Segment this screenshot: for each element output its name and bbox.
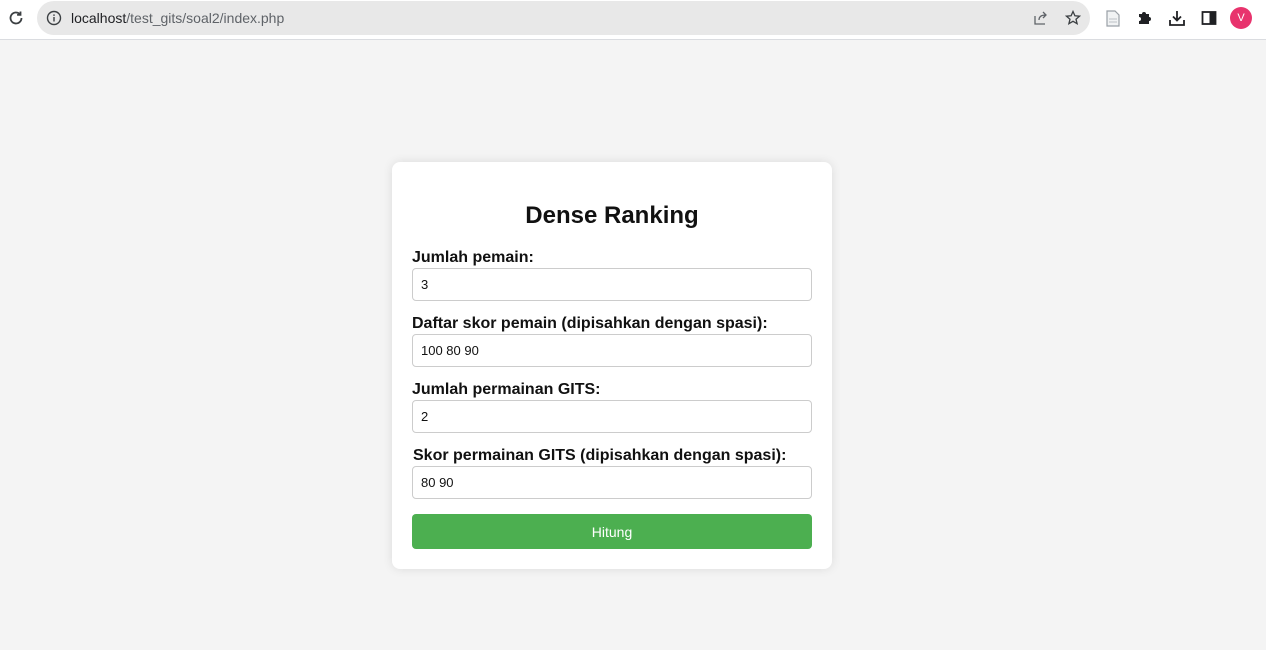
jumlah-permainan-input[interactable] [412, 400, 812, 433]
url-path: /test_gits/soal2/index.php [126, 10, 285, 26]
download-icon[interactable] [1167, 8, 1187, 28]
profile-avatar[interactable]: V [1230, 7, 1252, 29]
puzzle-icon[interactable] [1135, 8, 1155, 28]
browser-toolbar: localhost/test_gits/soal2/index.php V [0, 0, 1266, 40]
share-icon[interactable] [1032, 9, 1050, 27]
jumlah-pemain-input[interactable] [412, 268, 812, 301]
file-icon[interactable] [1103, 8, 1123, 28]
page-title: Dense Ranking [525, 202, 699, 229]
skor-permainan-input[interactable] [412, 466, 812, 499]
skor-pemain-label: Daftar skor pemain (dipisahkan dengan sp… [412, 315, 768, 332]
address-bar[interactable]: localhost/test_gits/soal2/index.php [37, 1, 1090, 35]
reload-icon[interactable] [6, 8, 26, 28]
star-icon[interactable] [1064, 9, 1082, 27]
side-panel-icon[interactable] [1199, 8, 1219, 28]
skor-pemain-input[interactable] [412, 334, 812, 367]
ranking-form-card: Dense Ranking Jumlah pemain: Daftar skor… [392, 162, 832, 569]
skor-permainan-label: Skor permainan GITS (dipisahkan dengan s… [413, 447, 787, 464]
jumlah-permainan-label: Jumlah permainan GITS: [412, 381, 601, 398]
jumlah-pemain-label: Jumlah pemain: [412, 249, 534, 266]
url-host: localhost [71, 10, 127, 26]
url-text[interactable]: localhost/test_gits/soal2/index.php [71, 10, 284, 26]
info-icon[interactable] [46, 10, 62, 26]
hitung-button[interactable]: Hitung [412, 514, 812, 549]
